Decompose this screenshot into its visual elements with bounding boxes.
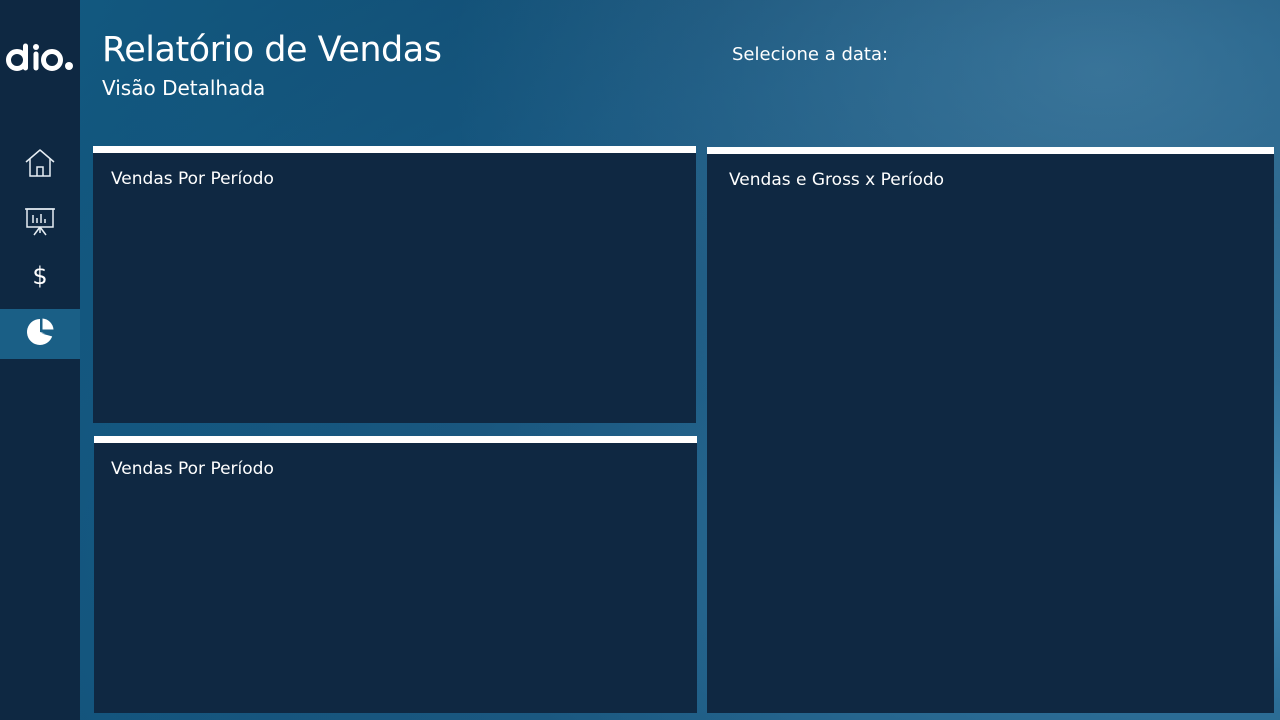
date-selector-label: Selecione a data: bbox=[732, 44, 889, 65]
panel-sales-gross-by-period: Vendas e Gross x Período bbox=[707, 147, 1274, 713]
panel-title: Vendas Por Período bbox=[111, 169, 274, 189]
presentation-chart-icon bbox=[23, 203, 57, 241]
sidebar: $ bbox=[0, 0, 80, 720]
home-icon bbox=[23, 147, 57, 183]
pie-chart-icon bbox=[25, 317, 55, 351]
nav-pie-chart[interactable] bbox=[0, 309, 80, 359]
dio-logo bbox=[6, 40, 76, 76]
panel-title: Vendas e Gross x Período bbox=[729, 170, 945, 190]
nav-presentation[interactable] bbox=[0, 197, 80, 247]
page-subtitle: Visão Detalhada bbox=[102, 76, 266, 100]
nav-home[interactable] bbox=[0, 140, 80, 190]
panel-sales-by-period-bottom: Vendas Por Período bbox=[94, 436, 697, 713]
panel-title: Vendas Por Período bbox=[111, 459, 274, 479]
page-title: Relatório de Vendas bbox=[102, 30, 442, 70]
nav-dollar[interactable]: $ bbox=[0, 251, 80, 301]
dollar-icon: $ bbox=[32, 262, 48, 290]
panel-sales-by-period-top: Vendas Por Período bbox=[93, 146, 696, 423]
